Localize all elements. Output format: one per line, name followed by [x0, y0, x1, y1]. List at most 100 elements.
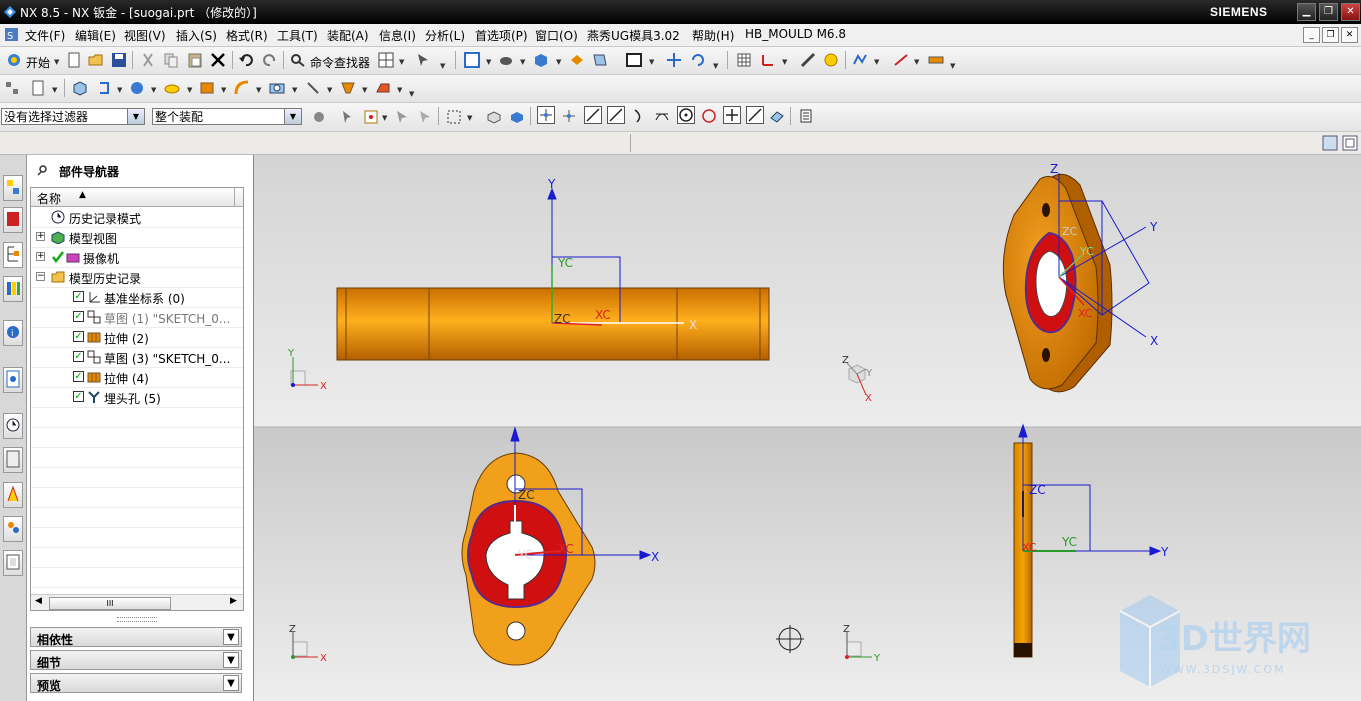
- type-filter-select[interactable]: 没有选择过滤器 ▼: [1, 108, 145, 125]
- selection-tools-icon[interactable]: [416, 52, 432, 68]
- rectangle-select-icon[interactable]: [446, 109, 462, 125]
- extrude-tool-icon[interactable]: [199, 80, 215, 96]
- render-style-icon[interactable]: [498, 52, 514, 68]
- open-folder-icon[interactable]: [88, 52, 104, 68]
- menu-window[interactable]: 窗口(O): [535, 27, 578, 44]
- feature-checkbox[interactable]: ✓: [73, 311, 84, 322]
- menu-yanxiu-mold[interactable]: 燕秀UG模具3.02: [587, 27, 680, 44]
- delete-icon[interactable]: [210, 52, 226, 68]
- chamfer-dropdown-icon[interactable]: ▼: [397, 86, 402, 94]
- feature-checkbox[interactable]: ✓: [73, 391, 84, 402]
- web-browser-tab[interactable]: [3, 367, 23, 393]
- start-dropdown-icon[interactable]: ▼: [54, 58, 59, 66]
- tree-row-extrude-4[interactable]: ✓ 拉伸 (4): [31, 367, 243, 388]
- revolve-dropdown-icon[interactable]: ▼: [117, 86, 122, 94]
- redo-icon[interactable]: [262, 52, 278, 68]
- system-materials-tab[interactable]: [3, 447, 23, 473]
- manufacturing-wizards-tab[interactable]: [3, 516, 23, 542]
- wcs-icon[interactable]: [760, 52, 776, 68]
- body-select-icon[interactable]: [486, 109, 502, 125]
- shaded-dropdown-icon[interactable]: ▼: [556, 58, 561, 66]
- frame-dropdown-icon[interactable]: ▼: [649, 58, 654, 66]
- menu-view[interactable]: 视图(V): [124, 27, 166, 44]
- full-screen-icon[interactable]: [1322, 135, 1338, 151]
- quadrant-point-icon[interactable]: [701, 108, 717, 124]
- restore-button[interactable]: ❐: [1319, 3, 1338, 21]
- graphics-window[interactable]: Y YC ZC XC X Y X Z Y X Z Y X ZC YC XC ZC…: [254, 155, 1361, 701]
- scope-select[interactable]: 整个装配 ▼: [152, 108, 302, 125]
- feature-checkbox[interactable]: ✓: [73, 291, 84, 302]
- blend-dropdown-icon[interactable]: ▼: [256, 86, 261, 94]
- frame-icon[interactable]: [626, 52, 642, 68]
- snap-settings-icon[interactable]: [561, 108, 577, 124]
- general-selection-icon[interactable]: [363, 109, 379, 125]
- tree-row-datum-csys[interactable]: ✓ 基准坐标系 (0): [31, 287, 243, 308]
- preview-panel[interactable]: 预览 ▼: [30, 673, 242, 693]
- extrude-dropdown-icon[interactable]: ▼: [221, 86, 226, 94]
- layout-dropdown-icon[interactable]: ▼: [399, 58, 404, 66]
- tape-icon[interactable]: [928, 52, 944, 68]
- menu-preferences[interactable]: 首选项(P): [475, 27, 528, 44]
- tree-row-history-mode[interactable]: 历史记录模式: [31, 207, 243, 228]
- scroll-left-icon[interactable]: ◀: [35, 596, 42, 606]
- yellow-body-icon[interactable]: [164, 80, 180, 96]
- collapse-icon[interactable]: −: [36, 272, 45, 281]
- close-button[interactable]: ✕: [1341, 3, 1360, 21]
- process-studio-tab[interactable]: [3, 482, 23, 508]
- front-view-part[interactable]: [336, 287, 770, 361]
- hd3d-tools-tab[interactable]: i: [3, 320, 23, 346]
- assembly-navigator-tab[interactable]: [3, 175, 23, 201]
- analysis-dropdown-icon[interactable]: ▼: [874, 58, 879, 66]
- menu-insert[interactable]: 插入(S): [176, 27, 217, 44]
- snap-mid-point-button[interactable]: [607, 106, 625, 124]
- view-orient-icon[interactable]: [464, 52, 480, 68]
- snap-enable-button[interactable]: [537, 106, 555, 124]
- snap-existing-point-button[interactable]: [723, 106, 741, 124]
- snap-list-icon[interactable]: [798, 108, 814, 124]
- more-dropdown-icon[interactable]: ▼: [440, 62, 445, 70]
- roles-tab[interactable]: [3, 550, 23, 576]
- minimize-button[interactable]: ▁: [1297, 3, 1316, 21]
- chamfer-icon[interactable]: [375, 80, 391, 96]
- menu-information[interactable]: 信息(I): [379, 27, 416, 44]
- view-orient-dropdown-icon[interactable]: ▼: [486, 58, 491, 66]
- part-navigator-tab[interactable]: [3, 242, 23, 268]
- menu-assemblies[interactable]: 装配(A): [327, 27, 369, 44]
- scroll-thumb[interactable]: III: [49, 597, 171, 610]
- dependencies-panel[interactable]: 相依性 ▼: [30, 627, 242, 647]
- shaded-cube-icon[interactable]: [533, 52, 549, 68]
- shell-dropdown-icon[interactable]: ▼: [362, 86, 367, 94]
- tape-dropdown-icon[interactable]: ▼: [950, 62, 955, 70]
- select-all-icon[interactable]: [341, 109, 357, 125]
- undo-icon[interactable]: [238, 52, 254, 68]
- tree-row-sketch-3[interactable]: ✓ 草图 (3) "SKETCH_0...: [31, 347, 243, 368]
- sheet-dropdown-icon[interactable]: ▼: [52, 86, 57, 94]
- menu-edit[interactable]: 编辑(E): [75, 27, 116, 44]
- info-tool-icon[interactable]: [823, 52, 839, 68]
- render-style-dropdown-icon[interactable]: ▼: [520, 58, 525, 66]
- expand-icon[interactable]: +: [36, 232, 45, 241]
- sphere-dropdown-icon[interactable]: ▼: [151, 86, 156, 94]
- block-icon[interactable]: [72, 80, 88, 96]
- rotate-icon[interactable]: [690, 52, 706, 68]
- tree-row-cameras[interactable]: + 摄像机: [31, 247, 243, 268]
- snap-on-curve-button[interactable]: [746, 106, 764, 124]
- menu-hb-mould[interactable]: HB_MOULD M6.8: [745, 27, 846, 41]
- more-features-dropdown-icon[interactable]: ▼: [409, 90, 414, 98]
- analysis-icon[interactable]: [852, 52, 868, 68]
- lasso-select-icon[interactable]: [418, 109, 434, 125]
- doc-restore-button[interactable]: ❐: [1322, 27, 1339, 43]
- tree-row-model-history[interactable]: − 模型历史记录: [31, 267, 243, 288]
- snap-end-point-button[interactable]: [584, 106, 602, 124]
- tree-row-countersink-5[interactable]: ✓ 埋头孔 (5): [31, 387, 243, 408]
- tree-row-model-views[interactable]: + 模型视图: [31, 227, 243, 248]
- paste-icon[interactable]: [187, 52, 203, 68]
- general-selection-dropdown-icon[interactable]: ▼: [382, 114, 387, 122]
- start-button[interactable]: 开始: [26, 54, 50, 71]
- grid-tool-icon[interactable]: [736, 52, 752, 68]
- expand-icon[interactable]: +: [36, 252, 45, 261]
- hole-icon[interactable]: [269, 80, 285, 96]
- yellow-body-dropdown-icon[interactable]: ▼: [187, 86, 192, 94]
- blue-tool-icon[interactable]: [592, 52, 608, 68]
- tree-row-extrude-2[interactable]: ✓ 拉伸 (2): [31, 327, 243, 348]
